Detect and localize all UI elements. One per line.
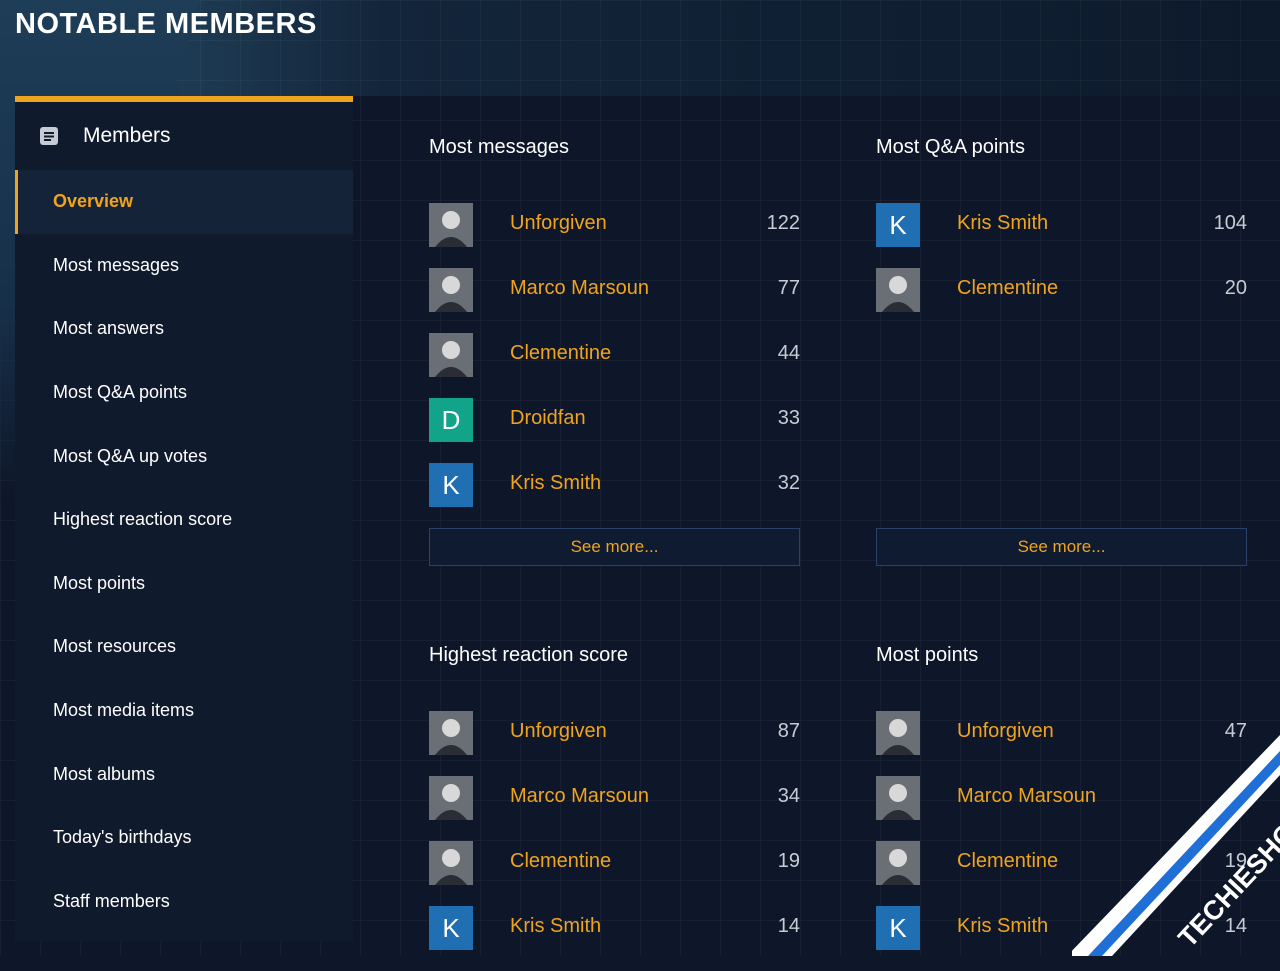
see-more-button[interactable]: See more... — [429, 528, 800, 566]
member-value: 87 — [777, 720, 800, 742]
avatar[interactable] — [876, 776, 920, 820]
avatar-letter[interactable]: K — [429, 463, 473, 507]
member-name-link[interactable]: Unforgiven — [957, 720, 1054, 743]
sidebar-title: Members — [83, 124, 171, 147]
avatar[interactable] — [429, 333, 473, 377]
sidebar-item-most-messages[interactable]: Most messages — [15, 234, 353, 298]
watermark: TECHIESHOME.COM — [1072, 735, 1280, 956]
member-list: K Kris Smith 104 Clementine 20 — [876, 203, 1247, 333]
avatar[interactable] — [876, 841, 920, 885]
avatar[interactable] — [429, 776, 473, 820]
member-value: 32 — [777, 472, 800, 494]
sidebar-nav: Overview Most messages Most answers Most Q&… — [15, 170, 353, 933]
member-value: 14 — [777, 915, 800, 937]
member-name-link[interactable]: Unforgiven — [510, 720, 607, 743]
member-name-link[interactable]: Kris Smith — [957, 915, 1048, 938]
avatar[interactable] — [429, 268, 473, 312]
member-name-link[interactable]: Unforgiven — [510, 212, 607, 235]
block-title: Most Q&A points — [876, 136, 1025, 158]
see-more-button[interactable]: See more... — [876, 528, 1247, 566]
page-title: NOTABLE MEMBERS — [15, 8, 317, 40]
sidebar: Members Overview Most messages Most answer… — [15, 96, 353, 942]
member-name-link[interactable]: Clementine — [510, 342, 611, 365]
member-row: K Kris Smith 14 — [429, 906, 800, 971]
member-name-link[interactable]: Kris Smith — [510, 915, 601, 938]
member-value: 122 — [766, 212, 800, 234]
block-title: Most messages — [429, 136, 570, 158]
member-name-link[interactable]: Kris Smith — [957, 212, 1048, 235]
member-value: 20 — [1224, 277, 1247, 299]
sidebar-item-highest-reaction-score[interactable]: Highest reaction score — [15, 488, 353, 552]
member-list: Unforgiven 87 Marco Marsoun 34 Clementine 19 K… — [429, 711, 800, 971]
sidebar-item-most-albums[interactable]: Most albums — [15, 742, 353, 806]
member-name-link[interactable]: Marco Marsoun — [510, 277, 649, 300]
member-value: 77 — [777, 277, 800, 299]
member-name-link[interactable]: Kris Smith — [510, 472, 601, 495]
member-row: Clementine 19 — [429, 841, 800, 906]
member-row: Marco Marsoun 34 — [429, 776, 800, 841]
sidebar-item-most-media-items[interactable]: Most media items — [15, 679, 353, 743]
avatar[interactable] — [876, 711, 920, 755]
sidebar-item-most-q-a-up-votes[interactable]: Most Q&A up votes — [15, 424, 353, 488]
member-row: Marco Marsoun 77 — [429, 268, 800, 333]
member-list: Unforgiven 122 Marco Marsoun 77 Clementine 44… — [429, 203, 800, 528]
sidebar-item-most-answers[interactable]: Most answers — [15, 297, 353, 361]
member-row: Unforgiven 122 — [429, 203, 800, 268]
member-name-link[interactable]: Marco Marsoun — [510, 785, 649, 808]
block-title: Most points — [876, 644, 979, 666]
block-title: Highest reaction score — [429, 644, 628, 666]
avatar[interactable] — [429, 841, 473, 885]
avatar[interactable] — [876, 268, 920, 312]
avatar[interactable] — [429, 203, 473, 247]
member-value: 33 — [777, 407, 800, 429]
avatar-letter[interactable]: D — [429, 398, 473, 442]
sidebar-item-most-q-a-points[interactable]: Most Q&A points — [15, 361, 353, 425]
avatar-letter[interactable]: K — [876, 203, 920, 247]
avatar-letter[interactable]: K — [429, 906, 473, 950]
member-row: Unforgiven 87 — [429, 711, 800, 776]
member-name-link[interactable]: Clementine — [957, 850, 1058, 873]
member-value: 104 — [1213, 212, 1247, 234]
member-value: 34 — [777, 785, 800, 807]
member-value: 44 — [777, 342, 800, 364]
member-row: K Kris Smith 104 — [876, 203, 1247, 268]
avatar-letter[interactable]: K — [876, 906, 920, 950]
member-name-link[interactable]: Droidfan — [510, 407, 586, 430]
sidebar-item-most-points[interactable]: Most points — [15, 552, 353, 616]
member-row: Clementine 44 — [429, 333, 800, 398]
member-row: Clementine 20 — [876, 268, 1247, 333]
member-value: 19 — [777, 850, 800, 872]
avatar[interactable] — [429, 711, 473, 755]
sidebar-header: Members — [15, 102, 353, 170]
sidebar-item-overview[interactable]: Overview — [15, 170, 353, 234]
sidebar-item-most-resources[interactable]: Most resources — [15, 615, 353, 679]
sidebar-item-staff-members[interactable]: Staff members — [15, 870, 353, 934]
member-name-link[interactable]: Clementine — [957, 277, 1058, 300]
sidebar-item-today-s-birthdays[interactable]: Today's birthdays — [15, 806, 353, 870]
member-row: K Kris Smith 32 — [429, 463, 800, 528]
list-icon — [39, 126, 59, 146]
member-row: D Droidfan 33 — [429, 398, 800, 463]
member-name-link[interactable]: Clementine — [510, 850, 611, 873]
